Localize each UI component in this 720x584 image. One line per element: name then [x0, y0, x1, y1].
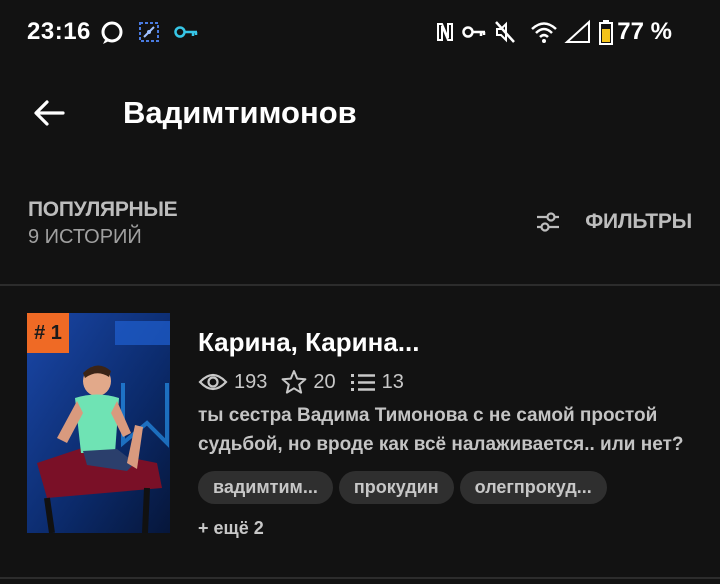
story-description: ты сестра Вадима Тимонова с не самой про…	[198, 405, 684, 455]
divider	[0, 577, 720, 579]
mute-icon	[495, 21, 515, 43]
status-bar: 23:16 77 %	[0, 0, 720, 64]
wifi-icon	[531, 22, 557, 43]
signal-icon	[564, 19, 590, 43]
divider	[0, 284, 720, 286]
tag-chip[interactable]: вадимтим...	[198, 471, 333, 504]
story-cover[interactable]: # 1	[27, 313, 170, 533]
sliders-icon	[537, 212, 560, 232]
tag-list: вадимтим... прокудин олегпрокуд...	[198, 471, 613, 504]
chat-icon	[101, 21, 123, 44]
views-stat: 193	[198, 371, 267, 394]
vpn-key-icon	[462, 26, 486, 38]
eye-icon	[198, 373, 228, 391]
sort-label[interactable]: ПОПУЛЯРНЫЕ	[28, 198, 178, 222]
status-time: 23:16	[27, 18, 91, 45]
app-icon	[139, 22, 159, 42]
filters-label: ФИЛЬТРЫ	[585, 210, 692, 233]
chapters-count: 13	[381, 370, 404, 393]
nfc-icon	[437, 23, 453, 41]
story-card[interactable]: # 1 Карина, Карина... 193 20 13 ты сестр…	[0, 287, 720, 577]
stars-count: 20	[313, 370, 336, 393]
battery-icon	[599, 20, 613, 45]
chapters-stat: 13	[350, 371, 404, 394]
more-tags-link[interactable]: + ещё 2	[198, 518, 264, 539]
filters-button[interactable]: ФИЛЬТРЫ	[535, 202, 692, 242]
stories-count: 9 ИСТОРИЙ	[28, 226, 142, 248]
tag-chip[interactable]: олегпрокуд...	[459, 471, 607, 504]
views-count: 193	[234, 370, 268, 393]
list-icon	[350, 374, 375, 391]
stars-stat: 20	[281, 369, 336, 395]
story-title[interactable]: Карина, Карина...	[198, 327, 419, 358]
app-bar: Вадимтимонов	[0, 78, 720, 148]
battery-level: 77 %	[617, 18, 672, 45]
tag-chip[interactable]: прокудин	[338, 471, 454, 504]
arrow-left-icon[interactable]	[30, 94, 68, 132]
page-title: Вадимтимонов	[123, 95, 357, 130]
rank-badge: # 1	[27, 313, 69, 353]
story-stats: 193 20 13	[198, 367, 418, 397]
sort-bar: ПОПУЛЯРНЫЕ 9 ИСТОРИЙ ФИЛЬТРЫ	[0, 190, 720, 260]
key-icon	[174, 26, 198, 38]
star-icon	[281, 370, 307, 394]
